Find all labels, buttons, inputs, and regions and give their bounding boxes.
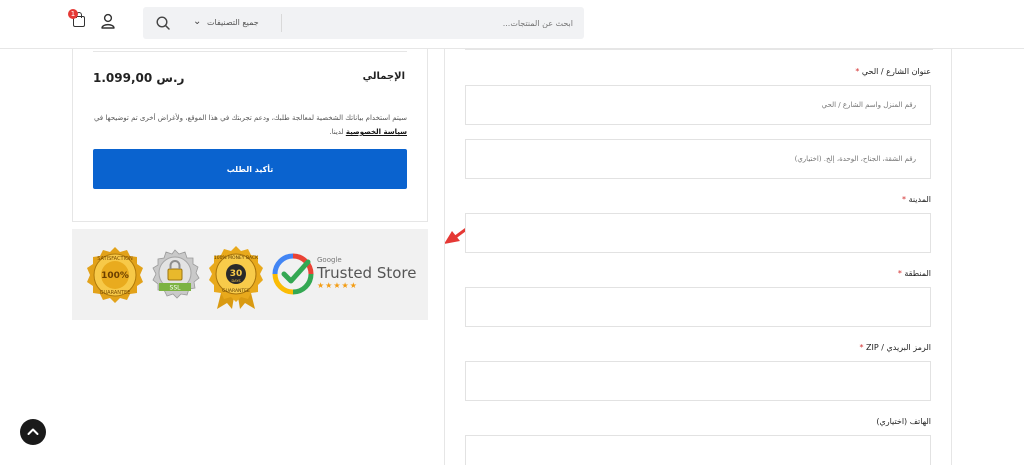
summary-divider xyxy=(93,51,407,52)
zip-label: الرمز البريدي / ZIP * xyxy=(860,343,932,352)
phone-input[interactable] xyxy=(465,435,931,465)
category-dropdown[interactable]: ⌄ xyxy=(193,16,201,27)
satisfaction-center-text: 100% xyxy=(101,271,129,281)
city-label-text: المدينة xyxy=(908,195,931,204)
street-address-label-text: عنوان الشارع / الحي xyxy=(861,67,931,76)
rating-stars: ★★★★★ xyxy=(317,281,358,290)
phone-label-text: الهاتف (اختياري) xyxy=(876,417,931,426)
total-label: الإجمالي xyxy=(362,71,405,82)
ssl-secure-seal: SSL xyxy=(152,249,200,299)
region-input[interactable] xyxy=(465,287,931,327)
privacy-policy-link[interactable]: سياسة الخصوصية xyxy=(346,128,407,136)
privacy-notice: سيتم استخدام بياناتك الشخصية لمعالجة طلب… xyxy=(91,111,407,139)
search-button[interactable] xyxy=(155,15,171,31)
money-back-bottom-text: GUARANTEE xyxy=(222,288,250,294)
zip-input[interactable] xyxy=(465,361,931,401)
money-back-number: 30 xyxy=(230,269,243,279)
confirm-order-button[interactable]: تأكيد الطلب xyxy=(93,149,407,189)
city-input[interactable] xyxy=(465,213,931,253)
cart-count-badge: 1 xyxy=(68,9,78,19)
site-header: 1 ⌄ جميع التصنيفات xyxy=(0,0,1024,49)
checkout-page: 1 ⌄ جميع التصنيفات الإجمالي xyxy=(0,0,1024,465)
satisfaction-guarantee-seal: SATISFACTION 100% GUARANTEE xyxy=(87,247,143,303)
cart-button[interactable]: 1 xyxy=(68,9,90,32)
money-back-guarantee-seal: 100% MONEY BACK 30 DAYS GUARANTEE xyxy=(209,246,263,309)
money-back-unit: DAYS xyxy=(231,279,241,283)
privacy-text-before: سيتم استخدام بياناتك الشخصية لمعالجة طلب… xyxy=(93,114,407,122)
apartment-input[interactable] xyxy=(465,139,931,179)
required-mark: * xyxy=(897,269,902,278)
zip-label-text: الرمز البريدي / ZIP xyxy=(866,343,931,352)
street-address-label: عنوان الشارع / الحي * xyxy=(855,67,931,76)
search-divider xyxy=(281,14,282,32)
city-label: المدينة * xyxy=(902,195,931,204)
required-mark: * xyxy=(855,67,860,76)
google-trusted-store-badge: Google Trusted Store ★★★★★ xyxy=(271,252,421,298)
privacy-text-after: لدينا. xyxy=(329,128,346,136)
form-divider xyxy=(465,49,933,50)
category-select-label[interactable]: جميع التصنيفات xyxy=(207,7,285,39)
satisfaction-top-text: SATISFACTION xyxy=(97,256,133,262)
user-icon xyxy=(101,13,115,29)
order-summary: الإجمالي 1.099,00 ر.س سيتم استخدام بيانا… xyxy=(72,49,428,222)
search-input[interactable] xyxy=(293,7,573,39)
account-button[interactable] xyxy=(99,12,117,30)
chevron-down-icon: ⌄ xyxy=(193,16,202,27)
back-to-top-button[interactable] xyxy=(20,419,46,445)
search-icon xyxy=(156,16,170,30)
region-label: المنطقة * xyxy=(898,269,931,278)
total-value: 1.099,00 ر.س xyxy=(93,71,185,85)
trusted-store-title: Trusted Store xyxy=(317,264,417,282)
ssl-label: SSL xyxy=(170,285,182,292)
chevron-up-icon xyxy=(27,428,39,435)
google-check-icon xyxy=(272,253,314,295)
billing-form: عنوان الشارع / الحي * المدينة * المنطقة … xyxy=(444,49,952,465)
search-bar: ⌄ جميع التصنيفات xyxy=(143,7,584,39)
required-mark: * xyxy=(902,195,907,204)
region-label-text: المنطقة xyxy=(904,269,931,278)
google-brand-text: Google xyxy=(317,256,342,264)
phone-label: الهاتف (اختياري) xyxy=(876,417,931,426)
street-address-input[interactable] xyxy=(465,85,931,125)
money-back-top-text: 100% MONEY BACK xyxy=(214,255,259,261)
required-mark: * xyxy=(859,343,864,352)
satisfaction-bottom-text: GUARANTEE xyxy=(100,290,131,296)
